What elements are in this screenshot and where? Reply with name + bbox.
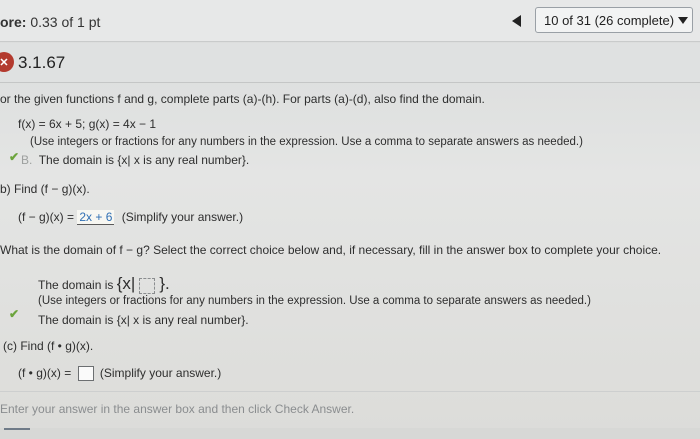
left-arrow-icon: [511, 15, 521, 27]
part-b-answer: 2x + 6: [77, 210, 115, 225]
question-prompt: or the given functions f and g, complete…: [0, 92, 485, 106]
chevron-down-icon: [678, 17, 688, 24]
function-definitions: f(x) = 6x + 5; g(x) = 4x − 1: [18, 117, 157, 131]
score-display: ore: 0.33 of 1 pt: [0, 14, 100, 30]
top-bar: ore: 0.33 of 1 pt 10 of 31 (26 complete): [0, 0, 700, 42]
question-number: 3.1.67: [18, 53, 66, 72]
question-selector[interactable]: 10 of 31 (26 complete): [535, 7, 693, 33]
question-progress: 10 of 31 (26 complete): [544, 12, 675, 28]
divider: [0, 391, 700, 392]
part-c-hint: (Simplify your answer.): [99, 366, 222, 380]
choice-b2-text[interactable]: The domain is {x| x is any real number}.: [38, 313, 249, 327]
bottom-bar: [0, 428, 700, 439]
part-b-hint: (Simplify your answer.): [121, 210, 244, 224]
bottom-tab[interactable]: [4, 428, 30, 439]
choice-b-row: B. The domain is {x| x is any real numbe…: [21, 153, 249, 167]
choice-a-text: The domain is: [38, 278, 114, 292]
previous-question-button[interactable]: [503, 10, 529, 32]
choice-a-brace-open: {x|: [116, 274, 136, 293]
score-value: 0.33 of 1 pt: [30, 14, 101, 30]
part-b-title: b) Find (f − g)(x).: [0, 182, 90, 196]
checkmark-icon: ✔: [9, 150, 20, 164]
part-c-title: (c) Find (f • g)(x).: [3, 339, 94, 353]
part-c-answer-row: (f • g)(x) = (Simplify your answer.): [18, 366, 222, 382]
choice-b-letter: B.: [21, 153, 33, 167]
domain-question: What is the domain of f − g? Select the …: [0, 243, 662, 257]
domain-answer-box[interactable]: [139, 277, 156, 294]
x-icon: ✕: [0, 52, 14, 72]
footer-instruction: Enter your answer in the answer box and …: [0, 402, 355, 416]
hint-part-a: (Use integers or fractions for any numbe…: [30, 136, 583, 148]
part-b-prefix: (f − g)(x) =: [18, 210, 75, 224]
choice-a-hint: (Use integers or fractions for any numbe…: [38, 295, 591, 307]
part-c-answer-input[interactable]: [77, 366, 94, 382]
question-header: ✕ 3.1.67: [0, 43, 700, 83]
checkmark-icon-2: ✔: [9, 307, 20, 321]
choice-b-text: The domain is {x| x is any real number}.: [38, 153, 250, 167]
choice-a-row[interactable]: The domain is {x|}.: [38, 274, 170, 294]
score-label: ore:: [0, 14, 27, 30]
choice-a-brace-close: }.: [159, 274, 170, 293]
part-c-prefix: (f • g)(x) =: [18, 366, 72, 380]
part-b-answer-row: (f − g)(x) = 2x + 6 (Simplify your answe…: [18, 210, 244, 225]
